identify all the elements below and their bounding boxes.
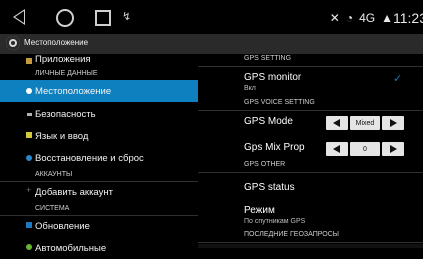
gps-mode-stepper[interactable]: Mixed bbox=[326, 116, 404, 130]
sidebar-item-label: Приложения bbox=[35, 54, 91, 65]
section-header-label: ЛИЧНЫЕ ДАННЫЕ bbox=[35, 70, 98, 77]
gps-mix-prop-value: 0 bbox=[350, 142, 380, 156]
section-header-recent-geo: ПОСЛЕДНИЕ ГЕОЗАПРОСЫ bbox=[198, 230, 423, 243]
gps-mode-prev-button[interactable] bbox=[326, 116, 348, 130]
mode-subtitle: По спутникам GPS bbox=[244, 218, 306, 225]
sidebar-item-label: Добавить аккаунт bbox=[35, 187, 113, 198]
sidebar-item-apps[interactable]: Приложения bbox=[0, 54, 198, 68]
settings-sidebar: Приложения ЛИЧНЫЕ ДАННЫЕ Местоположение … bbox=[0, 54, 198, 254]
car-icon bbox=[26, 244, 32, 250]
gps-monitor-title[interactable]: GPS monitor bbox=[244, 72, 301, 83]
update-icon bbox=[26, 222, 32, 228]
language-icon bbox=[26, 132, 32, 138]
location-icon bbox=[26, 88, 32, 94]
home-icon[interactable] bbox=[56, 9, 74, 27]
location-settings-panel: GPS SETTING GPS monitor Вкл GPS VOICE SE… bbox=[198, 54, 423, 248]
status-extra-icon: ↯ bbox=[122, 11, 132, 23]
sidebar-item-label: Местоположение bbox=[35, 86, 112, 97]
section-header-label: GPS OTHER bbox=[244, 161, 286, 168]
action-bar: Местоположение bbox=[0, 34, 423, 54]
page-title: Местоположение bbox=[24, 38, 89, 47]
gps-mix-prop-label: Gps Mix Prop bbox=[244, 142, 305, 153]
sidebar-item-label: Язык и ввод bbox=[35, 131, 89, 142]
gps-monitor-subtitle: Вкл bbox=[244, 85, 256, 92]
gps-mix-prop-stepper[interactable]: 0 bbox=[326, 142, 404, 156]
system-icons: ✕ ◔ 4G ▲ bbox=[330, 11, 393, 25]
gps-mix-prop-next-button[interactable] bbox=[382, 142, 404, 156]
signal-icon: ▲ bbox=[381, 11, 393, 25]
wifi-icon: ◔ bbox=[345, 11, 354, 25]
add-icon: + bbox=[26, 185, 32, 195]
settings-gear-icon bbox=[6, 36, 20, 50]
backup-icon bbox=[26, 155, 32, 161]
section-header-label: АККАУНТЫ bbox=[35, 171, 73, 178]
sidebar-item-location[interactable]: Местоположение bbox=[0, 80, 198, 102]
recent-apps-icon[interactable] bbox=[95, 10, 111, 26]
sidebar-item-language[interactable]: Язык и ввод bbox=[0, 125, 198, 147]
section-header-gps-voice: GPS VOICE SETTING bbox=[198, 98, 423, 111]
sidebar-item-label: Восстановление и сброс bbox=[35, 153, 144, 164]
sidebar-item-add-account[interactable]: + Добавить аккаунт bbox=[0, 181, 198, 203]
section-header-label: GPS VOICE SETTING bbox=[244, 99, 315, 106]
gps-mix-prop-prev-button[interactable] bbox=[326, 142, 348, 156]
mode-title[interactable]: Режим bbox=[244, 205, 275, 216]
gps-mode-value: Mixed bbox=[350, 116, 380, 130]
gps-mode-label: GPS Mode bbox=[244, 116, 293, 127]
apps-icon bbox=[26, 58, 32, 64]
back-icon[interactable] bbox=[13, 9, 25, 25]
section-header-gps-other: GPS OTHER bbox=[198, 160, 423, 173]
section-header-label: ПОСЛЕДНИЕ ГЕОЗАПРОСЫ bbox=[244, 231, 339, 238]
sidebar-item-car[interactable]: Автомобильные bbox=[0, 237, 198, 259]
sidebar-item-label: Безопасность bbox=[35, 109, 96, 120]
sidebar-item-backup[interactable]: Восстановление и сброс bbox=[0, 147, 198, 169]
network-label: 4G bbox=[359, 11, 376, 25]
section-header-label: GPS SETTING bbox=[244, 55, 292, 62]
sidebar-item-label: Обновление bbox=[35, 221, 90, 232]
clock: 11:23 bbox=[393, 10, 423, 26]
bluetooth-icon: ✕ bbox=[329, 11, 340, 25]
bottom-strip bbox=[198, 244, 423, 248]
gps-status-item[interactable]: GPS status bbox=[244, 182, 295, 193]
gps-mode-next-button[interactable] bbox=[382, 116, 404, 130]
security-icon bbox=[27, 113, 32, 116]
sidebar-item-security[interactable]: Безопасность bbox=[0, 103, 198, 125]
sidebar-item-label: Автомобильные bbox=[35, 243, 107, 254]
gps-monitor-checkbox-icon[interactable]: ✓ bbox=[393, 74, 402, 85]
section-header-gps-setting: GPS SETTING bbox=[198, 54, 423, 67]
status-bar: ↯ ✕ ◔ 4G ▲ 11:23 bbox=[0, 0, 423, 34]
section-header-label: СИСТЕМА bbox=[35, 205, 70, 212]
sidebar-item-update[interactable]: Обновление bbox=[0, 215, 198, 237]
